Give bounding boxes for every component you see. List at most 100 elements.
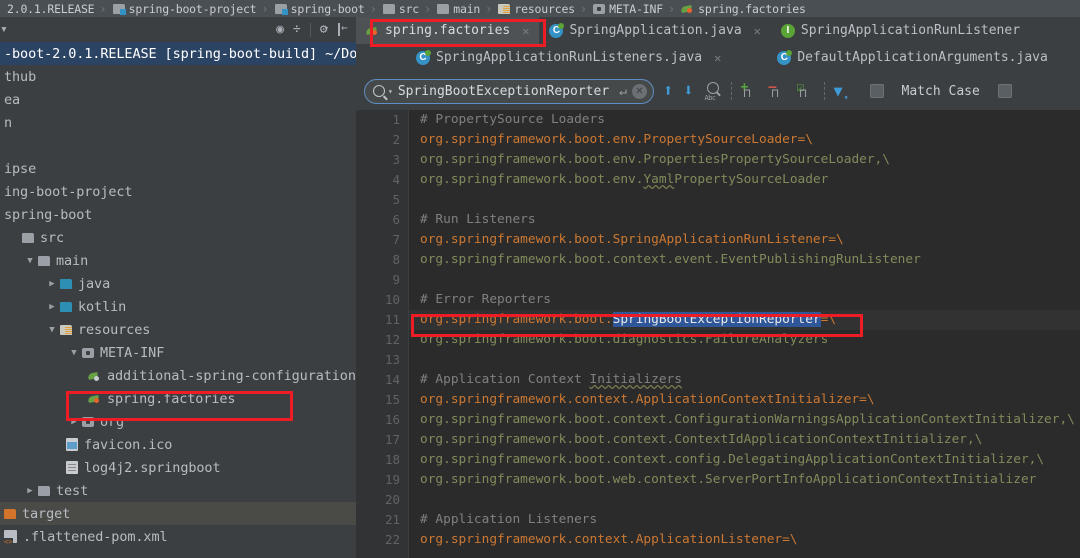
twisty-icon[interactable]: ▼ bbox=[66, 348, 82, 358]
breadcrumb-item[interactable]: resources bbox=[495, 0, 577, 17]
twisty-icon[interactable]: ▼ bbox=[44, 325, 60, 335]
code-line[interactable]: org.springframework.boot.web.context.Ser… bbox=[409, 470, 1080, 490]
tree-row[interactable]: ea bbox=[0, 88, 356, 111]
twisty-icon[interactable]: ▼ bbox=[22, 256, 38, 266]
gear-icon[interactable]: ⚙ ▾ bbox=[320, 23, 329, 36]
tree-row[interactable]: ▶ test bbox=[0, 479, 356, 502]
tree-row[interactable]: ▶ org bbox=[0, 410, 356, 433]
breadcrumb-item[interactable]: src bbox=[380, 0, 421, 17]
twisty-icon[interactable]: ▶ bbox=[44, 279, 60, 289]
code-comment: # Application Listeners bbox=[420, 512, 598, 527]
code-line[interactable]: org.springframework.boot.SpringApplicati… bbox=[409, 230, 1080, 250]
tree-row[interactable]: log4j2.springboot bbox=[0, 456, 356, 479]
editor-tab[interactable]: spring.factories ✕ bbox=[356, 17, 540, 44]
tree-row[interactable]: ▼ META-INF bbox=[0, 341, 356, 364]
meta-inf-folder-icon bbox=[593, 3, 606, 14]
tree-row[interactable]: ▶ kotlin bbox=[0, 295, 356, 318]
breadcrumb-item[interactable]: spring-boot-project bbox=[110, 0, 259, 17]
code-line[interactable]: org.springframework.context.ApplicationL… bbox=[409, 530, 1080, 550]
code-key: org.springframework.context.ApplicationL… bbox=[420, 532, 798, 547]
code-line[interactable]: org.springframework.boot.context.Context… bbox=[409, 430, 1080, 450]
panel-dropdown-caret[interactable]: ▾ bbox=[0, 23, 8, 36]
crosshair-icon[interactable]: ◉ bbox=[276, 23, 284, 36]
enter-icon[interactable]: ↵ bbox=[619, 84, 627, 99]
tree-row[interactable]: favicon.ico bbox=[0, 433, 356, 456]
spring-factories-icon bbox=[88, 393, 101, 405]
code-line[interactable]: # Application Context Initializers bbox=[409, 370, 1080, 390]
match-case-checkbox[interactable] bbox=[869, 84, 884, 98]
tree-row[interactable] bbox=[0, 134, 356, 157]
close-icon[interactable]: ✕ bbox=[522, 24, 529, 38]
twisty-icon[interactable]: ▶ bbox=[44, 302, 60, 312]
breadcrumb-item[interactable]: spring-boot bbox=[272, 0, 367, 17]
code-line[interactable]: org.springframework.boot.env.YamlPropert… bbox=[409, 170, 1080, 190]
tree-row[interactable]: .flattened-pom.xml bbox=[0, 525, 356, 548]
twisty-icon[interactable]: ▶ bbox=[22, 486, 38, 496]
arrow-up-icon[interactable]: ⬆ bbox=[663, 82, 673, 100]
code-line[interactable]: org.springframework.boot.diagnostics.Fai… bbox=[409, 330, 1080, 350]
tree-row[interactable]: n bbox=[0, 111, 356, 134]
editor-tab[interactable]: C SpringApplicationRunListeners.java ✕ bbox=[406, 44, 731, 71]
code-line[interactable]: org.springframework.boot.context.event.E… bbox=[409, 250, 1080, 270]
tree-row[interactable]: src bbox=[0, 226, 356, 249]
breadcrumb-item[interactable]: META-INF bbox=[590, 0, 665, 17]
code-line[interactable] bbox=[409, 350, 1080, 370]
breadcrumb-item[interactable]: 2.0.1.RELEASE bbox=[0, 0, 96, 17]
spring-factories-icon bbox=[366, 25, 379, 37]
java-class-icon: C bbox=[777, 49, 793, 65]
tree-row[interactable]: target bbox=[0, 502, 356, 525]
tree-row[interactable]: thub bbox=[0, 65, 356, 88]
code-line[interactable] bbox=[409, 490, 1080, 510]
tree-row[interactable]: ▼ main bbox=[0, 249, 356, 272]
code-line[interactable]: org.springframework.boot.context.Configu… bbox=[409, 410, 1080, 430]
code-editor[interactable]: 1 2 3 4 5 6 7 8 9 10 11 12 13 14 15 16 17 18 19 20 21 22 # Pr… bbox=[356, 110, 1080, 558]
line-number: 17 bbox=[384, 432, 400, 447]
code-line[interactable] bbox=[409, 270, 1080, 290]
close-icon[interactable]: ✕ bbox=[754, 24, 761, 38]
code-line[interactable] bbox=[409, 190, 1080, 210]
close-icon[interactable]: ✕ bbox=[714, 51, 721, 65]
code-line[interactable]: org.springframework.boot.SpringBootExcep… bbox=[409, 310, 1080, 330]
search-input[interactable]: ▾ SpringBootExceptionReporter ↵ ✕ bbox=[364, 78, 654, 104]
code-content[interactable]: # PropertySource Loaders org.springframew… bbox=[409, 110, 1080, 558]
arrow-down-icon[interactable]: ⬇ bbox=[683, 82, 693, 100]
tree-row[interactable]: ▶ java bbox=[0, 272, 356, 295]
hide-panel-icon[interactable] bbox=[338, 21, 351, 36]
code-line[interactable]: org.springframework.boot.env.PropertySou… bbox=[409, 130, 1080, 150]
code-line[interactable]: # Application Listeners bbox=[409, 510, 1080, 530]
code-line[interactable]: # Error Reporters bbox=[409, 290, 1080, 310]
twisty-icon[interactable]: ▶ bbox=[66, 417, 82, 427]
resources-folder-icon bbox=[60, 324, 72, 335]
xml-file-icon bbox=[3, 530, 17, 546]
tree-row[interactable]: ipse bbox=[0, 157, 356, 180]
line-number: 12 bbox=[384, 332, 400, 347]
tree-row[interactable]: ▼ resources bbox=[0, 318, 356, 341]
breadcrumb-item[interactable]: main bbox=[434, 0, 482, 17]
editor-tab[interactable]: C SpringApplication.java ✕ bbox=[539, 17, 770, 44]
editor-tab[interactable]: I SpringApplicationRunListener bbox=[771, 17, 1030, 44]
line-number: 1 bbox=[392, 112, 400, 127]
tree-row[interactable]: spring-boot bbox=[0, 203, 356, 226]
code-line[interactable]: org.springframework.boot.env.PropertiesP… bbox=[409, 150, 1080, 170]
chevron-down-icon[interactable]: ▾ bbox=[388, 87, 393, 96]
code-line[interactable]: # Run Listeners bbox=[409, 210, 1080, 230]
filter-icon[interactable]: ▼ bbox=[834, 82, 849, 102]
line-number: 22 bbox=[384, 532, 400, 547]
tree-row[interactable]: ing-boot-project bbox=[0, 180, 356, 203]
add-occurrence-icon[interactable]: + ⊓ bbox=[741, 81, 759, 100]
close-icon[interactable]: ✕ bbox=[632, 83, 647, 99]
tree-row[interactable]: additional-spring-configuration bbox=[0, 364, 356, 387]
editor-tab[interactable]: C DefaultApplicationArguments.java bbox=[767, 44, 1057, 71]
code-line[interactable]: org.springframework.boot.context.config.… bbox=[409, 450, 1080, 470]
remove-occurrence-icon[interactable]: – ⊓ bbox=[769, 81, 787, 100]
tree-row-label: ea bbox=[4, 91, 21, 108]
words-checkbox[interactable] bbox=[997, 84, 1012, 98]
expand-collapse-icon[interactable]: ÷ bbox=[293, 23, 301, 36]
tree-row[interactable]: -boot-2.0.1.RELEASE [spring-boot-build] … bbox=[0, 42, 356, 65]
breadcrumb-item[interactable]: spring.factories bbox=[678, 0, 808, 17]
code-line[interactable]: # PropertySource Loaders bbox=[409, 110, 1080, 130]
tree-row[interactable]: spring.factories bbox=[0, 387, 356, 410]
select-occurrence-icon[interactable]: ☑ ⊓ bbox=[797, 81, 815, 100]
code-line[interactable]: org.springframework.context.ApplicationC… bbox=[409, 390, 1080, 410]
select-all-occurrences-icon[interactable]: Abc bbox=[704, 82, 722, 102]
